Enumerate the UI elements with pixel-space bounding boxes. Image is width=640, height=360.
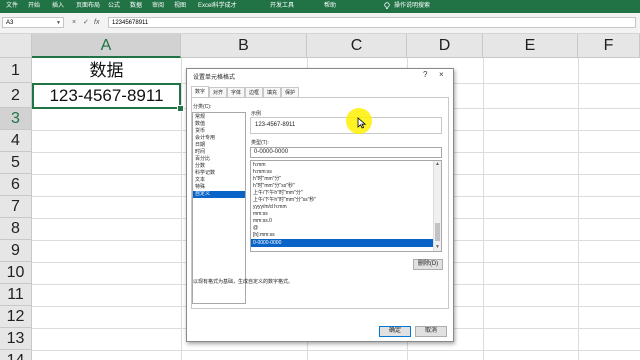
enter-entry-icon[interactable]: ✓ bbox=[83, 17, 89, 28]
ribbon-tab-home[interactable]: 开始 bbox=[28, 2, 40, 11]
column-header-a[interactable]: A bbox=[32, 34, 181, 58]
scroll-up-icon[interactable]: ▲ bbox=[434, 161, 441, 168]
category-item[interactable]: 数值 bbox=[193, 121, 245, 128]
formula-input[interactable]: 12345678911 bbox=[108, 17, 636, 28]
category-item[interactable]: 会计专用 bbox=[193, 135, 245, 142]
column-header-c[interactable]: C bbox=[307, 34, 407, 58]
lightbulb-icon bbox=[384, 2, 390, 9]
cell-a1[interactable]: 数据 bbox=[32, 58, 181, 83]
tab-fill[interactable]: 填充 bbox=[263, 87, 281, 97]
cancel-button[interactable]: 取消 bbox=[415, 326, 447, 337]
row-header-6[interactable]: 6 bbox=[0, 174, 32, 196]
category-item[interactable]: 科学记数 bbox=[193, 170, 245, 177]
format-code-list[interactable]: h:mm h:mm:ss h"时"mm"分" h"时"mm"分"ss"秒" 上午… bbox=[250, 160, 442, 252]
row-header-7[interactable]: 7 bbox=[0, 196, 32, 218]
gridline bbox=[32, 350, 640, 351]
delete-button[interactable]: 删除(D) bbox=[413, 259, 443, 270]
row-header-9[interactable]: 9 bbox=[0, 240, 32, 262]
row-header-11[interactable]: 11 bbox=[0, 284, 32, 306]
row-header-5[interactable]: 5 bbox=[0, 152, 32, 174]
row-header-14[interactable]: 14 bbox=[0, 350, 32, 360]
cancel-entry-icon[interactable]: × bbox=[72, 17, 76, 28]
tab-number[interactable]: 数字 bbox=[191, 86, 209, 97]
tab-protection[interactable]: 保护 bbox=[281, 87, 299, 97]
type-label: 类型(T): bbox=[251, 140, 269, 146]
category-item-custom[interactable]: 自定义 bbox=[193, 191, 245, 198]
mouse-cursor-icon bbox=[357, 117, 367, 129]
category-item[interactable]: 常规 bbox=[193, 114, 245, 121]
ribbon-tab-excel-training[interactable]: Excel科学成才 bbox=[198, 2, 237, 11]
gridline bbox=[483, 58, 484, 360]
column-header-e[interactable]: E bbox=[483, 34, 578, 58]
row-header-12[interactable]: 12 bbox=[0, 306, 32, 328]
chevron-down-icon[interactable]: ▼ bbox=[56, 18, 61, 29]
dialog-title: 设置单元格格式 bbox=[193, 75, 236, 81]
fill-handle[interactable] bbox=[177, 105, 184, 112]
category-item[interactable]: 百分比 bbox=[193, 156, 245, 163]
column-header-f[interactable]: F bbox=[578, 34, 640, 58]
help-icon[interactable]: ? bbox=[423, 70, 427, 79]
category-item[interactable]: 分数 bbox=[193, 163, 245, 170]
cell-a2[interactable]: 123-4567-8911 bbox=[32, 83, 181, 109]
category-item[interactable]: 货币 bbox=[193, 128, 245, 135]
ribbon-tab-bar: 文件 开始 插入 页面布局 公式 数据 审阅 视图 Excel科学成才 开发工具… bbox=[0, 0, 640, 13]
ok-button[interactable]: 确定 bbox=[379, 326, 411, 337]
tab-font[interactable]: 字体 bbox=[227, 87, 245, 97]
tab-border[interactable]: 边框 bbox=[245, 87, 263, 97]
row-header-3[interactable]: 3 bbox=[0, 108, 32, 130]
tell-me-search[interactable]: 操作说明搜索 bbox=[394, 2, 430, 11]
tab-alignment[interactable]: 对齐 bbox=[209, 87, 227, 97]
ribbon-tab-view[interactable]: 视图 bbox=[174, 2, 186, 11]
column-header-d[interactable]: D bbox=[407, 34, 483, 58]
type-input[interactable]: 0-0000-0000 bbox=[250, 147, 442, 158]
sample-label: 示例 bbox=[251, 111, 262, 117]
name-box[interactable]: A3 ▼ bbox=[2, 17, 64, 28]
gridline bbox=[578, 58, 579, 360]
ribbon-tab-review[interactable]: 审阅 bbox=[152, 2, 164, 11]
sample-value: 123-4567-8911 bbox=[255, 122, 296, 128]
format-description: 以现有格式为基础，生成自定义的数字格式。 bbox=[193, 279, 294, 285]
category-list[interactable]: 常规 数值 货币 会计专用 日期 时间 百分比 分数 科学记数 文本 特殊 自定… bbox=[192, 112, 246, 304]
format-cells-dialog: 设置单元格格式 ? × 数字 对齐 字体 边框 填充 保护 分类(C): 常规 … bbox=[186, 68, 454, 342]
category-label: 分类(C): bbox=[193, 104, 212, 110]
close-icon[interactable]: × bbox=[439, 70, 444, 79]
ribbon-tab-page-layout[interactable]: 页面布局 bbox=[76, 2, 100, 11]
row-header-10[interactable]: 10 bbox=[0, 262, 32, 284]
ribbon-tab-data[interactable]: 数据 bbox=[130, 2, 142, 11]
category-item[interactable]: 文本 bbox=[193, 177, 245, 184]
category-item[interactable]: 日期 bbox=[193, 142, 245, 149]
row-header-4[interactable]: 4 bbox=[0, 130, 32, 152]
name-box-value: A3 bbox=[6, 20, 14, 26]
format-item-selected[interactable]: 0-0000-0000 bbox=[251, 239, 435, 247]
format-item[interactable]: [h]:mm:ss bbox=[251, 231, 435, 239]
select-all-corner[interactable] bbox=[0, 34, 32, 58]
row-header-1[interactable]: 1 bbox=[0, 58, 32, 83]
column-header-b[interactable]: B bbox=[181, 34, 307, 58]
ribbon-tab-developer[interactable]: 开发工具 bbox=[270, 2, 294, 11]
category-item[interactable]: 特殊 bbox=[193, 184, 245, 191]
ribbon-tab-insert[interactable]: 插入 bbox=[52, 2, 64, 11]
scrollbar-thumb[interactable] bbox=[435, 223, 440, 241]
format-list-scrollbar[interactable]: ▲ ▼ bbox=[433, 161, 441, 251]
ribbon-tab-help[interactable]: 帮助 bbox=[324, 2, 336, 11]
insert-function-button[interactable]: fx bbox=[94, 17, 99, 28]
row-header-8[interactable]: 8 bbox=[0, 218, 32, 240]
gridline bbox=[181, 58, 182, 360]
ribbon-tab-formulas[interactable]: 公式 bbox=[108, 2, 120, 11]
row-header-2[interactable]: 2 bbox=[0, 83, 32, 108]
formula-bar: A3 ▼ × ✓ fx 12345678911 bbox=[0, 13, 640, 34]
ribbon-tab-file[interactable]: 文件 bbox=[6, 2, 18, 11]
row-header-13[interactable]: 13 bbox=[0, 328, 32, 350]
category-item[interactable]: 时间 bbox=[193, 149, 245, 156]
scroll-down-icon[interactable]: ▼ bbox=[434, 244, 441, 251]
